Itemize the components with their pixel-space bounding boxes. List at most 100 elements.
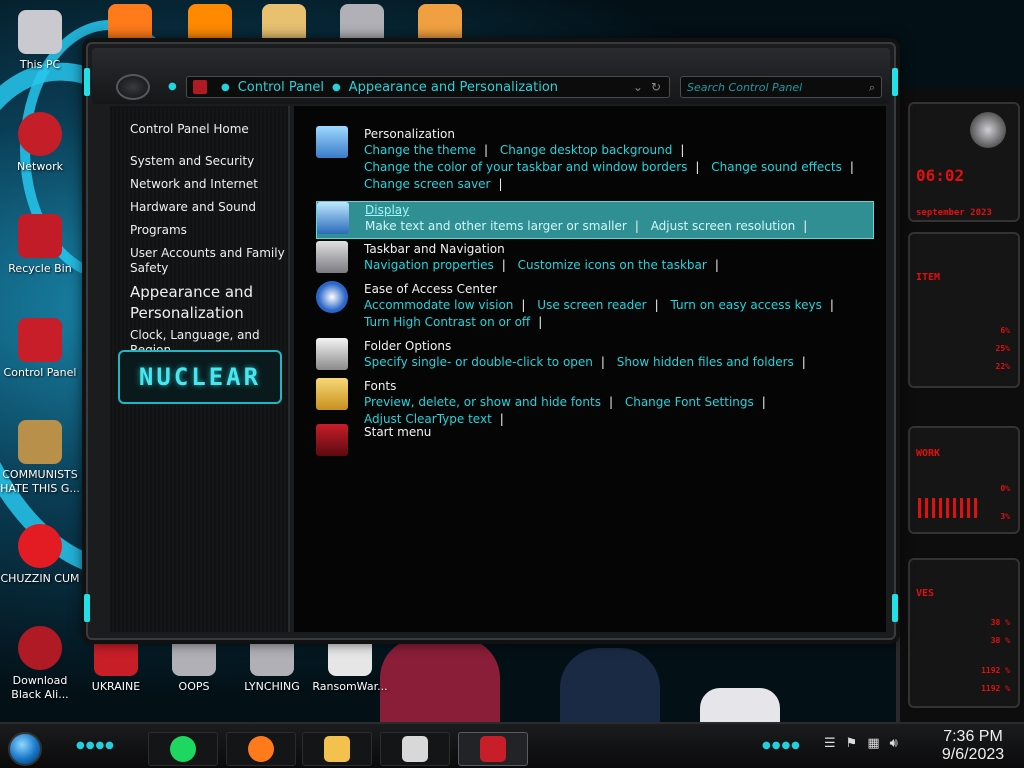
nav-link-user-accounts-and-family-safety[interactable]: User Accounts and Family Safety	[130, 246, 290, 276]
gadget-value: 22%	[995, 362, 1010, 371]
desktop-icon-communists-hate-this-g[interactable]: COMMUNISTS HATE THIS G...	[0, 420, 80, 496]
alienware-logo-icon	[970, 112, 1006, 148]
taskbar-button-explorer[interactable]	[302, 732, 372, 766]
task-link[interactable]: Accommodate low vision	[364, 298, 513, 312]
link-separator: |	[714, 258, 719, 272]
refresh-icon[interactable]: ↻	[651, 80, 661, 94]
show-desktop-icon[interactable]: ☰	[824, 736, 836, 751]
desktop-icon-oops[interactable]: OOPS	[154, 632, 234, 694]
personalization-icon[interactable]	[316, 126, 348, 158]
task-link[interactable]: Show hidden files and folders	[617, 355, 794, 369]
search-input[interactable]: Search Control Panel ⌕	[680, 76, 882, 98]
system-monitor-gadget: 06:02 september 2023 ITEM 6% 25% 22% WOR…	[896, 88, 1024, 728]
link-separator: |	[538, 315, 543, 329]
desktop-icon-ransomwar[interactable]: RansomWar...	[310, 632, 390, 694]
taskbar-button-document[interactable]	[380, 732, 450, 766]
nav-link-system-and-security[interactable]: System and Security	[130, 154, 290, 169]
desktop-icon-lynching[interactable]: LYNCHING	[232, 632, 312, 694]
task-link[interactable]: Navigation properties	[364, 258, 494, 272]
network-icon[interactable]: ▦	[867, 736, 879, 751]
taskbar-button-firefox[interactable]	[226, 732, 296, 766]
desktop-icon-download-black-ali[interactable]: Download Black Ali...	[0, 626, 80, 702]
task-link[interactable]: Change desktop background	[500, 143, 672, 157]
category-display: Display Make text and other items larger …	[316, 201, 874, 239]
taskbar-icon[interactable]	[316, 241, 348, 273]
task-link[interactable]: Specify single- or double-click to open	[364, 355, 593, 369]
gadget-value: 38 %	[990, 636, 1010, 645]
nav-link-programs[interactable]: Programs	[130, 223, 290, 238]
category-title[interactable]: Taskbar and Navigation	[364, 241, 505, 258]
category-links: Preview, delete, or show and hide fonts |…	[364, 394, 874, 428]
back-forward-button[interactable]	[116, 74, 150, 100]
start-button[interactable]	[8, 732, 42, 766]
task-link[interactable]: Adjust screen resolution	[651, 219, 796, 233]
fonts-icon[interactable]	[316, 378, 348, 410]
link-separator: |	[849, 160, 854, 174]
ease-of-access-icon[interactable]	[316, 281, 348, 313]
category-title[interactable]: Folder Options	[364, 338, 451, 355]
task-link[interactable]: Make text and other items larger or smal…	[365, 219, 627, 233]
category-title[interactable]: Ease of Access Center	[364, 281, 497, 298]
action-center-flag-icon[interactable]: ⚑	[846, 736, 858, 751]
task-link[interactable]: Change the color of your taskbar and win…	[364, 160, 687, 174]
desktop-icon-chuzzin-cum[interactable]: CHUZZIN CUM	[0, 524, 80, 586]
desktop-icon-recycle-bin[interactable]: Recycle Bin	[0, 214, 80, 276]
task-link[interactable]: Customize icons on the taskbar	[518, 258, 707, 272]
desktop-icon-ukraine[interactable]: UKRAINE	[76, 632, 156, 694]
firefox-icon	[248, 736, 274, 762]
category-title[interactable]: Display	[365, 202, 409, 219]
category-list: Personalization Change the theme | Change …	[294, 106, 886, 632]
gadget-label: WORK	[916, 448, 941, 459]
taskbar-button-spotify[interactable]	[148, 732, 218, 766]
window-accent	[84, 68, 90, 96]
dropdown-icon[interactable]: ⌄	[633, 80, 643, 94]
gadget-value: 3%	[1000, 512, 1010, 521]
link-separator: |	[484, 143, 489, 157]
category-title[interactable]: Start menu	[364, 424, 431, 441]
recent-pages-icon[interactable]: ●	[168, 81, 177, 92]
desktop-icon-label: This PC	[19, 58, 61, 71]
taskbar-button-control-panel[interactable]	[458, 732, 528, 766]
nav-link-control-panel-home[interactable]: Control Panel Home	[130, 122, 290, 137]
control-panel-window: ● ● Control Panel ● Appearance and Perso…	[84, 42, 898, 640]
start-menu-icon[interactable]	[316, 424, 348, 456]
nav-link-hardware-and-sound[interactable]: Hardware and Sound	[130, 200, 290, 215]
nav-link-appearance-and-personalization[interactable]: Appearance and Personalization	[130, 282, 290, 324]
taskbar-clock[interactable]: 7:36 PM 9/6/2023	[930, 728, 1016, 764]
category-taskbar-and-navigation: Taskbar and Navigation Navigation propert…	[316, 241, 876, 277]
link-separator: |	[829, 298, 834, 312]
breadcrumb-appearance[interactable]: Appearance and Personalization	[349, 80, 558, 95]
nav-link-network-and-internet[interactable]: Network and Internet	[130, 177, 290, 192]
desktop-icon-network[interactable]: Network	[0, 112, 80, 174]
link-separator: |	[761, 395, 766, 409]
task-link[interactable]: Change sound effects	[711, 160, 842, 174]
task-link[interactable]: Preview, delete, or show and hide fonts	[364, 395, 601, 409]
task-link[interactable]: Turn High Contrast on or off	[364, 315, 530, 329]
task-link[interactable]: Change screen saver	[364, 177, 491, 191]
category-links: Specify single- or double-click to open |…	[364, 354, 874, 371]
search-icon[interactable]: ⌕	[869, 81, 875, 95]
breadcrumb-control-panel[interactable]: Control Panel	[238, 80, 324, 95]
category-title[interactable]: Fonts	[364, 378, 396, 395]
task-link[interactable]: Change the theme	[364, 143, 476, 157]
desktop-icon-this-pc[interactable]: This PC	[0, 10, 80, 72]
gadget-graph	[918, 498, 978, 518]
task-link[interactable]: Use screen reader	[537, 298, 646, 312]
clock-date: 9/6/2023	[941, 746, 1005, 763]
link-separator: |	[498, 177, 503, 191]
computer-icon	[18, 10, 62, 54]
breadcrumb-separator-icon[interactable]: ●	[221, 82, 230, 93]
desktop-icon-control-panel[interactable]: Control Panel	[0, 318, 80, 380]
category-ease-of-access-center: Ease of Access Center Accommodate low vis…	[316, 281, 876, 333]
category-title[interactable]: Personalization	[364, 126, 455, 143]
task-link[interactable]: Change Font Settings	[625, 395, 754, 409]
folder-options-icon[interactable]	[316, 338, 348, 370]
category-links: Change the theme | Change desktop backgro…	[364, 142, 874, 193]
window-accent	[892, 594, 898, 622]
task-link[interactable]: Turn on easy access keys	[670, 298, 821, 312]
breadcrumb-separator-icon[interactable]: ●	[332, 82, 341, 93]
display-icon[interactable]	[317, 202, 349, 234]
link-separator: |	[803, 219, 808, 233]
volume-icon[interactable]: 🔊︎	[890, 736, 898, 751]
address-bar[interactable]: ● Control Panel ● Appearance and Persona…	[186, 76, 670, 98]
